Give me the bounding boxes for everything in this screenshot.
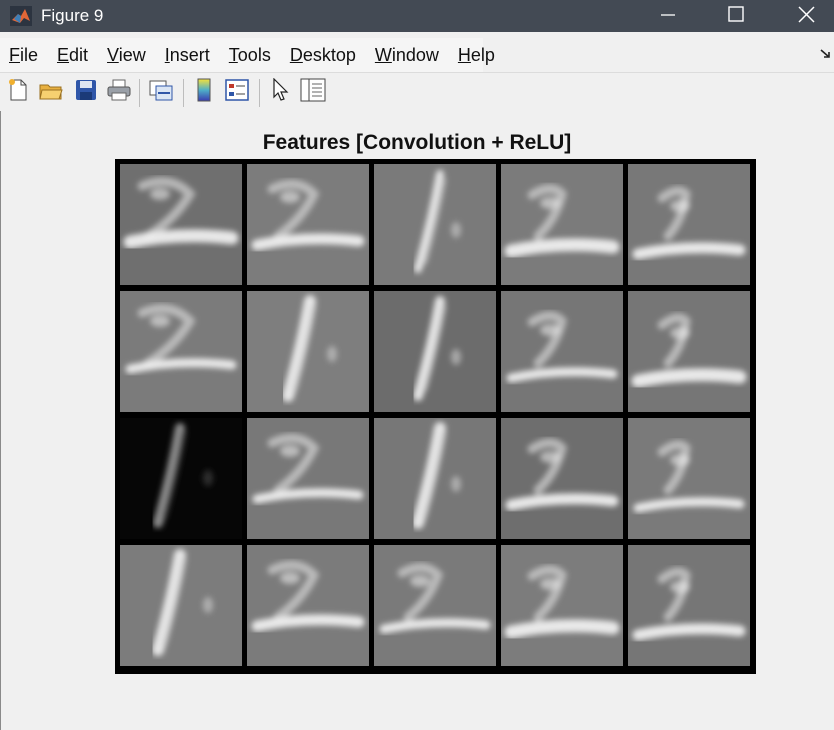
link-plot-icon (148, 78, 174, 106)
menu-tools[interactable]: Tools (229, 45, 271, 66)
feature-map-tile (247, 418, 369, 539)
colorbar-icon (196, 78, 212, 106)
menu-window[interactable]: Window (375, 45, 439, 66)
feature-map-tile (120, 418, 242, 539)
menu-list: File Edit View Insert Tools Desktop Window Help (0, 38, 495, 72)
feature-map-tile (247, 291, 369, 412)
window-title: Figure 9 (41, 6, 104, 25)
feature-map-tile (120, 164, 242, 285)
menu-insert[interactable]: Insert (165, 45, 210, 66)
colorbar-button[interactable] (190, 78, 218, 106)
new-figure-icon (7, 78, 29, 106)
feature-map-tile (501, 164, 623, 285)
maximize-button[interactable] (708, 0, 764, 32)
feature-map-tile (501, 418, 623, 539)
minimize-button[interactable] (640, 0, 696, 32)
menu-edit[interactable]: Edit (57, 45, 88, 66)
feature-map-tile (501, 545, 623, 666)
feature-map-tile (374, 291, 496, 412)
pointer-button[interactable] (266, 77, 294, 106)
feature-montage (115, 159, 756, 674)
legend-button[interactable] (223, 78, 251, 106)
menu-help[interactable]: Help (458, 45, 495, 66)
save-button[interactable] (72, 78, 100, 106)
feature-map-tile (501, 291, 623, 412)
feature-map-tile (374, 164, 496, 285)
property-inspector-button[interactable] (299, 78, 327, 106)
minimize-icon (661, 7, 675, 26)
save-icon (75, 79, 97, 105)
property-inspector-icon (300, 78, 326, 106)
feature-map-tile (120, 545, 242, 666)
open-file-icon (39, 79, 63, 105)
print-icon (107, 79, 131, 105)
feature-map-tile (628, 164, 750, 285)
maximize-icon (728, 6, 744, 26)
feature-map-tile (628, 418, 750, 539)
menu-desktop[interactable]: Desktop (290, 45, 356, 66)
window-titlebar[interactable]: Figure 9 (0, 0, 834, 32)
feature-map-tile (120, 291, 242, 412)
feature-map-tile (628, 291, 750, 412)
print-button[interactable] (105, 78, 133, 106)
pointer-icon (271, 77, 289, 106)
feature-map-tile (247, 545, 369, 666)
figure-title: Features [Convolution + ReLU] (262, 131, 572, 154)
close-button[interactable] (778, 0, 834, 32)
feature-map-tile (374, 545, 496, 666)
matlab-logo-icon (10, 6, 32, 26)
open-file-button[interactable] (37, 78, 65, 106)
figure-toolbar (0, 72, 834, 112)
menu-file[interactable]: File (9, 45, 38, 66)
dock-arrow-icon[interactable] (820, 46, 832, 60)
feature-map-tile (628, 545, 750, 666)
new-figure-button[interactable] (4, 78, 32, 106)
menu-view[interactable]: View (107, 45, 146, 66)
link-plot-button[interactable] (147, 78, 175, 106)
legend-icon (225, 79, 249, 105)
close-icon (797, 5, 815, 27)
menubar: File Edit View Insert Tools Desktop Window Help (0, 38, 834, 72)
feature-map-tile (247, 164, 369, 285)
feature-map-tile (374, 418, 496, 539)
